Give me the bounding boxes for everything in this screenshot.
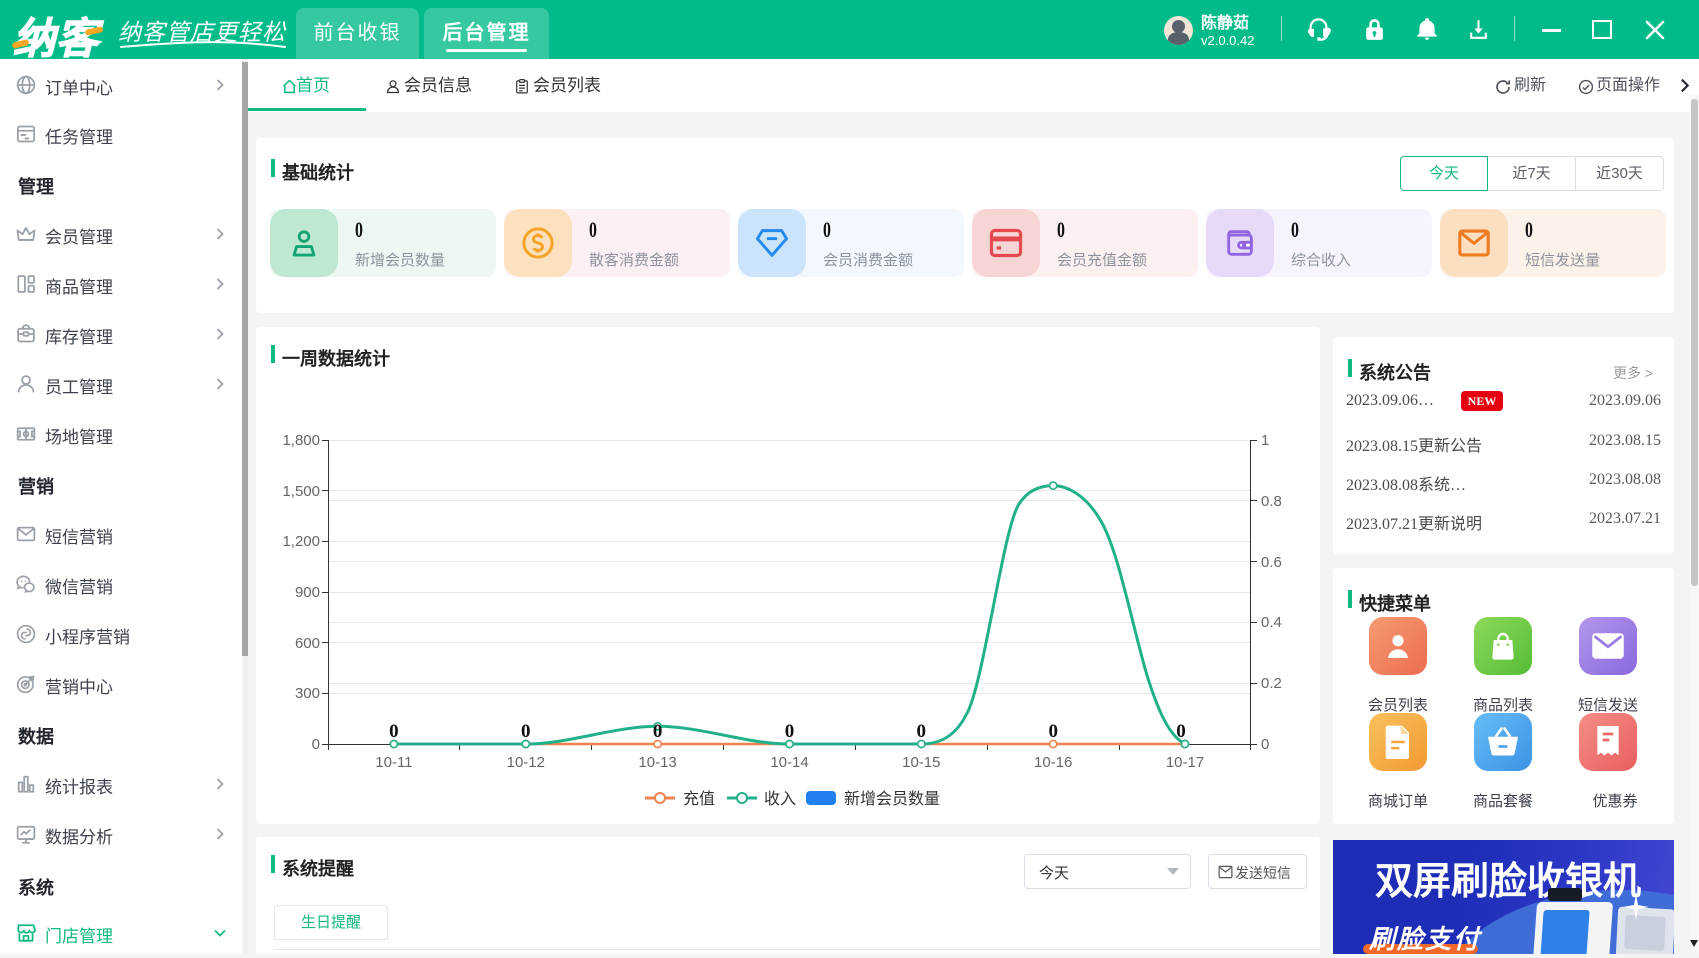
- svg-text:0: 0: [1176, 721, 1186, 742]
- svg-text:0.2: 0.2: [1261, 675, 1282, 692]
- svg-text:收入: 收入: [764, 790, 796, 808]
- svg-text:充值: 充值: [683, 790, 715, 808]
- svg-text:10-17: 10-17: [1166, 754, 1204, 771]
- svg-text:900: 900: [295, 584, 320, 601]
- svg-text:10-12: 10-12: [507, 754, 545, 771]
- svg-text:600: 600: [295, 635, 320, 652]
- svg-text:10-15: 10-15: [902, 754, 940, 771]
- svg-text:0.8: 0.8: [1261, 493, 1282, 510]
- svg-text:1,200: 1,200: [282, 533, 320, 550]
- svg-text:0: 0: [785, 721, 795, 742]
- svg-text:10-14: 10-14: [770, 754, 808, 771]
- svg-text:1,800: 1,800: [282, 432, 320, 449]
- svg-text:1: 1: [1261, 432, 1269, 449]
- svg-text:0: 0: [1261, 736, 1269, 753]
- svg-text:300: 300: [295, 685, 320, 702]
- svg-text:10-16: 10-16: [1034, 754, 1072, 771]
- svg-text:1,500: 1,500: [282, 483, 320, 500]
- svg-text:0: 0: [917, 721, 927, 742]
- svg-text:新增会员数量: 新增会员数量: [844, 790, 940, 808]
- svg-text:0: 0: [653, 721, 663, 742]
- svg-text:0.6: 0.6: [1261, 554, 1282, 571]
- svg-text:0: 0: [1048, 721, 1058, 742]
- svg-text:0.4: 0.4: [1261, 614, 1282, 631]
- svg-text:10-11: 10-11: [375, 754, 412, 771]
- svg-text:0: 0: [312, 736, 320, 753]
- svg-text:0: 0: [389, 721, 399, 742]
- svg-text:10-13: 10-13: [638, 754, 676, 771]
- svg-text:0: 0: [521, 721, 531, 742]
